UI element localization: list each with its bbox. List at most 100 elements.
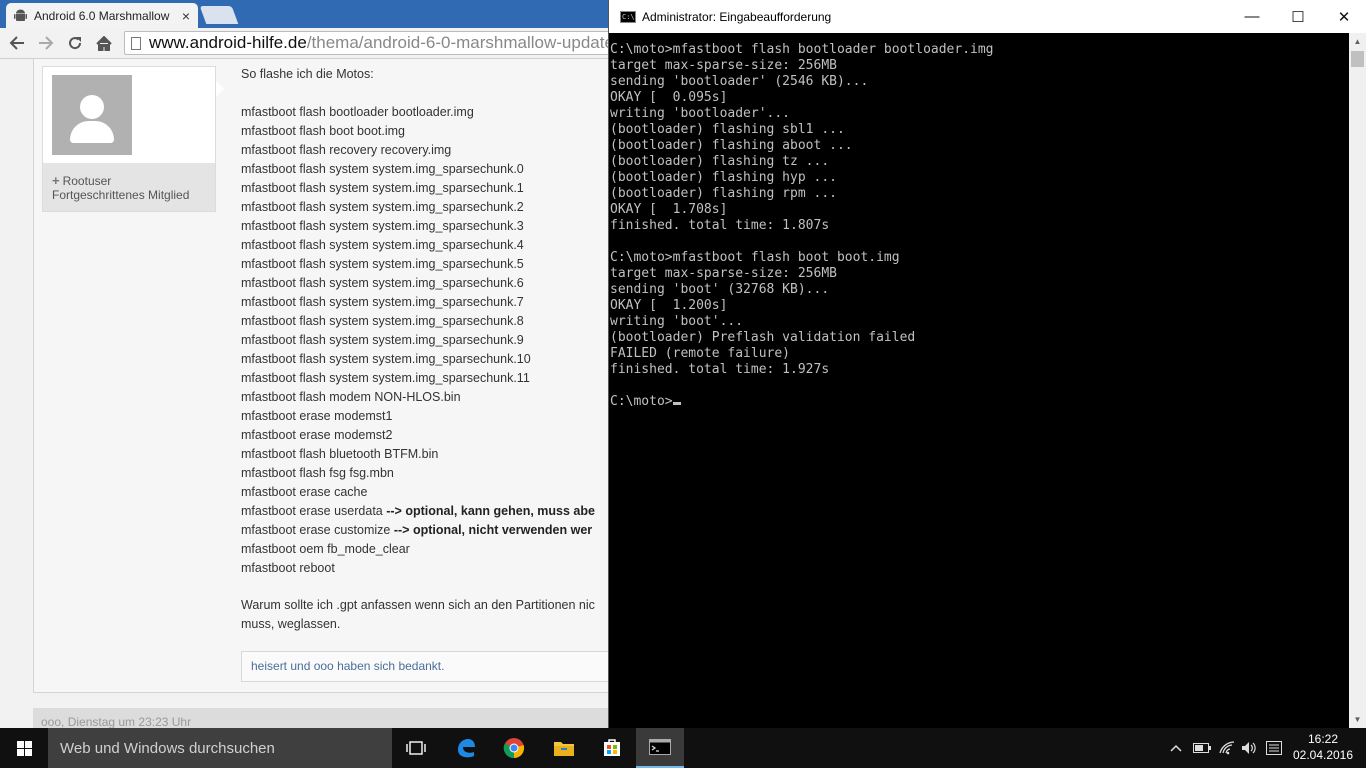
scroll-down-icon[interactable]: ▼ — [1349, 711, 1366, 728]
cmd-line-text: (bootloader) flashing tz ... — [610, 154, 830, 169]
command-note: --> optional, kann gehen, muss abe — [386, 504, 595, 518]
new-tab-button[interactable] — [199, 6, 239, 24]
cmd-line-text: (bootloader) flashing aboot ... — [610, 138, 853, 153]
cmd-output-line: C:\moto>mfastboot flash boot boot.img — [610, 250, 1350, 266]
chrome-icon[interactable] — [490, 728, 538, 768]
command-line: mfastboot flash system system.img_sparse… — [241, 331, 595, 350]
store-icon[interactable] — [588, 728, 636, 768]
command-text: mfastboot flash system system.img_sparse… — [241, 200, 524, 214]
close-button[interactable]: ✕ — [1321, 0, 1366, 33]
command-line: mfastboot oem fb_mode_clear — [241, 540, 595, 559]
volume-icon[interactable] — [1238, 728, 1260, 768]
forward-arrow-icon[interactable] — [35, 32, 57, 54]
text-cursor — [672, 402, 681, 405]
post-spacer — [241, 84, 595, 103]
minimize-button[interactable]: — — [1229, 0, 1275, 33]
command-text: mfastboot flash system system.img_sparse… — [241, 352, 531, 366]
scroll-thumb[interactable] — [1351, 51, 1364, 67]
cmd-titlebar[interactable]: C:\ Administrator: Eingabeaufforderung —… — [609, 0, 1366, 33]
start-button[interactable] — [0, 728, 48, 768]
edge-icon[interactable] — [442, 728, 490, 768]
command-line: mfastboot flash system system.img_sparse… — [241, 236, 595, 255]
task-view-icon[interactable] — [392, 728, 440, 768]
tab-close-icon[interactable]: × — [182, 8, 190, 24]
command-text: mfastboot flash system system.img_sparse… — [241, 238, 524, 252]
cmd-output-line: (bootloader) flashing hyp ... — [610, 170, 1350, 186]
command-text: mfastboot flash system system.img_sparse… — [241, 371, 530, 385]
command-text: mfastboot flash system system.img_sparse… — [241, 257, 524, 271]
cmd-line-text: target max-sparse-size: 256MB — [610, 58, 837, 73]
post-body: So flashe ich die Motos: mfastboot flash… — [241, 65, 595, 578]
user-meta: + Rootuser Fortgeschrittenes Mitglied — [43, 163, 215, 211]
command-line: mfastboot erase modemst1 — [241, 407, 595, 426]
cmd-line-text: OKAY [ 1.200s] — [610, 298, 728, 313]
taskbar: Web und Windows durchsuchen 16:22 02.04.… — [0, 728, 1366, 768]
command-text: mfastboot flash bluetooth BTFM.bin — [241, 447, 439, 461]
back-arrow-icon[interactable] — [6, 32, 28, 54]
battery-icon[interactable] — [1190, 728, 1214, 768]
avatar-body-shape — [70, 121, 114, 143]
taskbar-search[interactable]: Web und Windows durchsuchen — [48, 728, 392, 768]
cmd-line-text: sending 'bootloader' (2546 KB)... — [610, 74, 869, 89]
user-name-row[interactable]: + Rootuser — [52, 173, 215, 188]
cmd-output-line: target max-sparse-size: 256MB — [610, 58, 1350, 74]
cmd-line-text: (bootloader) Preflash validation failed — [610, 330, 916, 345]
command-prompt-window[interactable]: C:\ Administrator: Eingabeaufforderung —… — [608, 0, 1366, 728]
system-clock[interactable]: 16:22 02.04.2016 — [1292, 731, 1354, 763]
command-line: mfastboot flash fsg fsg.mbn — [241, 464, 595, 483]
command-text: mfastboot flash system system.img_sparse… — [241, 295, 524, 309]
user-card: + Rootuser Fortgeschrittenes Mitglied — [42, 66, 216, 212]
cmd-output-line: writing 'boot'... — [610, 314, 1350, 330]
tab-title: Android 6.0 Marshmallow — [34, 8, 170, 23]
cmd-line-text: writing 'bootloader'... — [610, 106, 791, 121]
command-text: mfastboot flash system system.img_sparse… — [241, 181, 524, 195]
wifi-icon[interactable] — [1216, 728, 1238, 768]
cmd-output[interactable]: C:\moto>mfastboot flash bootloader bootl… — [609, 42, 1350, 722]
user-card-arrow — [216, 81, 224, 97]
avatar[interactable] — [52, 75, 132, 155]
cmd-output-line: OKAY [ 1.200s] — [610, 298, 1350, 314]
cmd-taskbar-icon[interactable] — [636, 728, 684, 768]
cmd-output-line: C:\moto>mfastboot flash bootloader bootl… — [610, 42, 1350, 58]
user-rank: Fortgeschrittenes Mitglied — [52, 188, 190, 202]
command-list: mfastboot flash bootloader bootloader.im… — [241, 103, 595, 578]
command-line: mfastboot flash recovery recovery.img — [241, 141, 595, 160]
cmd-scrollbar[interactable]: ▲ ▼ — [1349, 33, 1366, 728]
home-icon[interactable] — [93, 32, 115, 54]
command-text: mfastboot erase customize — [241, 523, 394, 537]
cmd-output-line: (bootloader) flashing aboot ... — [610, 138, 1350, 154]
next-post-header: ooo, Dienstag um 23:23 Uhr — [33, 708, 653, 728]
post-closing-line: Warum sollte ich .gpt anfassen wenn sich… — [241, 598, 595, 612]
cmd-output-line: sending 'bootloader' (2546 KB)... — [610, 74, 1350, 90]
command-line: mfastboot flash system system.img_sparse… — [241, 350, 595, 369]
cmd-line-text: OKAY [ 1.708s] — [610, 202, 728, 217]
post-intro: So flashe ich die Motos: — [241, 67, 374, 81]
cmd-line-text: sending 'boot' (32768 KB)... — [610, 282, 830, 297]
command-text: mfastboot erase modemst2 — [241, 428, 393, 442]
scroll-up-icon[interactable]: ▲ — [1349, 33, 1366, 50]
command-line: mfastboot flash modem NON-HLOS.bin — [241, 388, 595, 407]
cmd-output-line: target max-sparse-size: 256MB — [610, 266, 1350, 282]
android-icon — [14, 9, 27, 21]
cmd-icon: C:\ — [620, 10, 636, 23]
command-line: mfastboot flash boot boot.img — [241, 122, 595, 141]
command-text: mfastboot flash fsg fsg.mbn — [241, 466, 394, 480]
file-explorer-icon[interactable] — [540, 728, 588, 768]
tray-chevron-up-icon[interactable] — [1166, 728, 1186, 768]
command-line: mfastboot flash system system.img_sparse… — [241, 255, 595, 274]
command-text: mfastboot erase modemst1 — [241, 409, 393, 423]
maximize-button[interactable]: ☐ — [1275, 0, 1321, 33]
command-line: mfastboot flash system system.img_sparse… — [241, 198, 595, 217]
command-text: mfastboot flash recovery recovery.img — [241, 143, 452, 157]
cmd-line-text: C:\moto> — [610, 394, 673, 409]
cmd-output-line: (bootloader) flashing tz ... — [610, 154, 1350, 170]
command-text: mfastboot flash system system.img_sparse… — [241, 162, 524, 176]
user-name[interactable]: Rootuser — [63, 174, 112, 188]
cmd-line-text: OKAY [ 0.095s] — [610, 90, 728, 105]
notification-center-icon[interactable] — [1262, 728, 1286, 768]
command-line: mfastboot flash system system.img_sparse… — [241, 160, 595, 179]
tab-android-hilfe[interactable]: Android 6.0 Marshmallow × — [6, 3, 198, 28]
thanks-box[interactable]: heisert und ooo haben sich bedankt. — [241, 651, 661, 682]
reload-icon[interactable] — [64, 32, 86, 54]
cmd-line-text: writing 'boot'... — [610, 314, 744, 329]
